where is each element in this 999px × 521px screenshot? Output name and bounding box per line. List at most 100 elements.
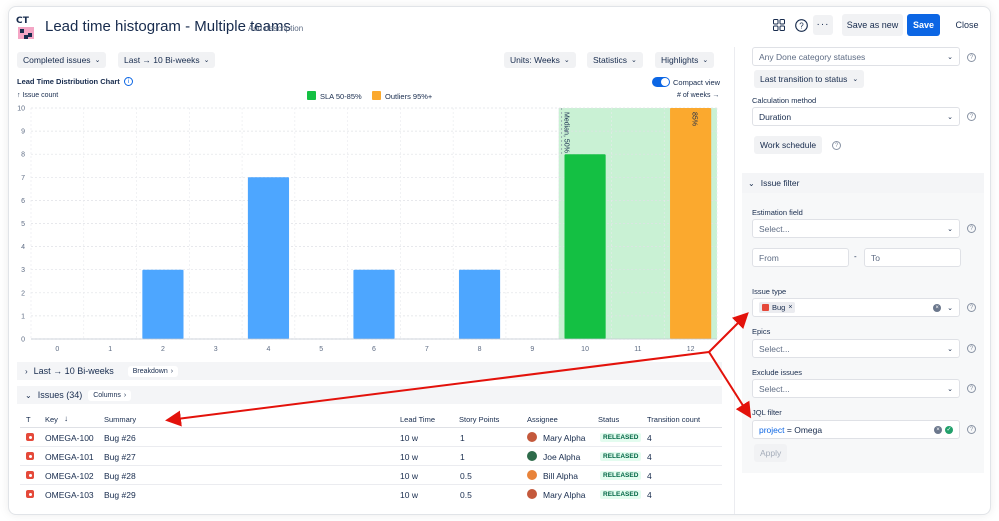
report-window: CT Lead time histogram - Multiple teams …: [8, 6, 991, 515]
remove-icon[interactable]: ×: [788, 304, 792, 311]
x-tick-label: 6: [372, 346, 376, 353]
help-icon[interactable]: ?: [967, 303, 976, 312]
epics-select[interactable]: Select... ⌄: [752, 339, 960, 358]
status-badge: RELEASED: [600, 452, 642, 461]
highlights-dropdown[interactable]: Highlights ⌄: [655, 52, 715, 68]
bar: [564, 154, 606, 339]
median-label: Median, 50%: [563, 112, 570, 153]
breakdown-period: Last → 10 Bi-weeks: [33, 366, 114, 376]
col-header-key[interactable]: Key: [45, 415, 58, 424]
chevron-down-icon: ⌄: [702, 57, 709, 64]
done-statuses-select[interactable]: Any Done category statuses ⌄: [752, 47, 960, 66]
table-row[interactable]: OMEGA-101 Bug #27 10 w 1 Joe Alpha RELEA…: [20, 447, 722, 466]
issue-transition-count: 4: [647, 452, 652, 462]
x-tick-label: 10: [581, 346, 589, 353]
bug-chip[interactable]: Bug ×: [759, 302, 796, 313]
bug-icon: [26, 433, 34, 441]
col-header-assignee[interactable]: Assignee: [527, 415, 558, 424]
save-button[interactable]: Save: [907, 14, 940, 36]
help-icon[interactable]: ?: [791, 15, 811, 35]
issue-key[interactable]: OMEGA-103: [45, 490, 94, 500]
x-tick-label: 12: [687, 346, 695, 353]
status-badge: RELEASED: [600, 433, 642, 442]
col-header-summary[interactable]: Summary: [104, 415, 136, 424]
help-icon[interactable]: ?: [967, 224, 976, 233]
sort-arrow-icon[interactable]: ↓: [64, 414, 68, 423]
x-tick-label: 5: [319, 346, 323, 353]
breakdown-section[interactable]: › Last → 10 Bi-weeks Breakdown ›: [17, 362, 722, 380]
period-dropdown[interactable]: Last → 10 Bi-weeks ⌄: [118, 52, 216, 68]
bug-icon: [26, 471, 34, 479]
col-header-story-points[interactable]: Story Points: [459, 415, 499, 424]
y-tick-label: 4: [21, 244, 25, 251]
help-icon[interactable]: ?: [967, 425, 976, 434]
save-as-new-button[interactable]: Save as new: [842, 14, 903, 36]
issue-assignee: Mary Alpha: [543, 433, 586, 443]
bug-icon: [762, 304, 769, 311]
info-icon[interactable]: i: [124, 77, 133, 86]
completed-issues-dropdown[interactable]: Completed issues ⌄: [17, 52, 107, 68]
dashboard-icon[interactable]: [769, 15, 789, 35]
more-icon[interactable]: ···: [813, 15, 833, 35]
bar: [353, 269, 395, 339]
add-description-link[interactable]: Add description: [248, 24, 303, 33]
bug-chip-label: Bug: [772, 303, 786, 312]
issue-key[interactable]: OMEGA-101: [45, 452, 94, 462]
col-header-lead-time[interactable]: Lead Time: [400, 415, 435, 424]
chevron-down-icon: ⌄: [631, 57, 637, 64]
last-transition-dropdown[interactable]: Last transition to status ⌄: [754, 70, 865, 88]
bug-icon: [26, 452, 34, 460]
issue-filter-section[interactable]: ⌄ Issue filter: [742, 173, 984, 193]
issue-key[interactable]: OMEGA-102: [45, 471, 94, 481]
avatar: [527, 432, 537, 442]
help-icon[interactable]: ?: [967, 344, 976, 353]
work-schedule-button[interactable]: Work schedule: [754, 136, 823, 154]
estimation-select[interactable]: Select... ⌄: [752, 219, 960, 238]
apply-button[interactable]: Apply: [754, 444, 788, 462]
help-icon[interactable]: ?: [967, 112, 976, 121]
clear-icon[interactable]: ×: [934, 425, 942, 434]
jql-text: = Omega: [784, 424, 823, 435]
issues-section[interactable]: ⌄ Issues (34) Columns ›: [17, 386, 722, 404]
table-row[interactable]: OMEGA-102 Bug #28 10 w 0.5 Bill Alpha RE…: [20, 466, 722, 485]
issue-transition-count: 4: [647, 490, 652, 500]
jql-input[interactable]: project = Omega × ✓: [752, 420, 960, 439]
exclude-issues-select[interactable]: Select... ⌄: [752, 379, 960, 398]
bar: [247, 177, 290, 339]
statistics-dropdown[interactable]: Statistics ⌄: [587, 52, 643, 68]
help-icon[interactable]: ?: [967, 384, 976, 393]
compact-view-toggle[interactable]: [652, 77, 670, 87]
col-header-type: T: [26, 415, 31, 424]
help-icon[interactable]: ?: [967, 53, 976, 62]
columns-button[interactable]: Columns ›: [88, 389, 132, 401]
col-header-status[interactable]: Status: [598, 415, 619, 424]
issue-type-select[interactable]: Bug × × ⌄: [752, 298, 960, 317]
logo-text: CT: [16, 16, 30, 26]
close-button[interactable]: Close: [950, 14, 984, 36]
to-input[interactable]: To: [864, 248, 961, 267]
panel-divider: [734, 47, 735, 514]
calc-method-select[interactable]: Duration ⌄: [752, 107, 960, 126]
units-dropdown[interactable]: Units: Weeks ⌄: [504, 52, 576, 68]
table-row[interactable]: OMEGA-103 Bug #29 10 w 0.5 Mary Alpha RE…: [20, 485, 722, 504]
jql-filter-label: JQL filter: [752, 408, 782, 417]
clear-icon[interactable]: ×: [933, 303, 942, 312]
chevron-down-icon: ⌄: [947, 304, 953, 312]
avatar: [527, 489, 537, 499]
x-tick-label: 7: [425, 346, 429, 353]
y-tick-label: 7: [21, 175, 25, 182]
chevron-down-icon: ⌄: [203, 57, 210, 64]
jql-keyword: project: [759, 424, 785, 435]
breakdown-button[interactable]: Breakdown ›: [127, 365, 179, 377]
legend-outliers-swatch: [372, 91, 381, 100]
status-badge: RELEASED: [600, 490, 642, 499]
chevron-down-icon: ⌄: [25, 390, 32, 400]
table-row[interactable]: OMEGA-100 Bug #26 10 w 1 Mary Alpha RELE…: [20, 428, 722, 447]
help-icon[interactable]: ?: [832, 141, 841, 150]
y-tick-label: 0: [21, 337, 25, 344]
issue-key[interactable]: OMEGA-100: [45, 433, 94, 443]
from-input[interactable]: From: [752, 248, 849, 267]
issue-assignee: Bill Alpha: [543, 471, 578, 481]
col-header-transition-count[interactable]: Transition count: [647, 415, 700, 424]
y-tick-label: 9: [21, 129, 25, 136]
